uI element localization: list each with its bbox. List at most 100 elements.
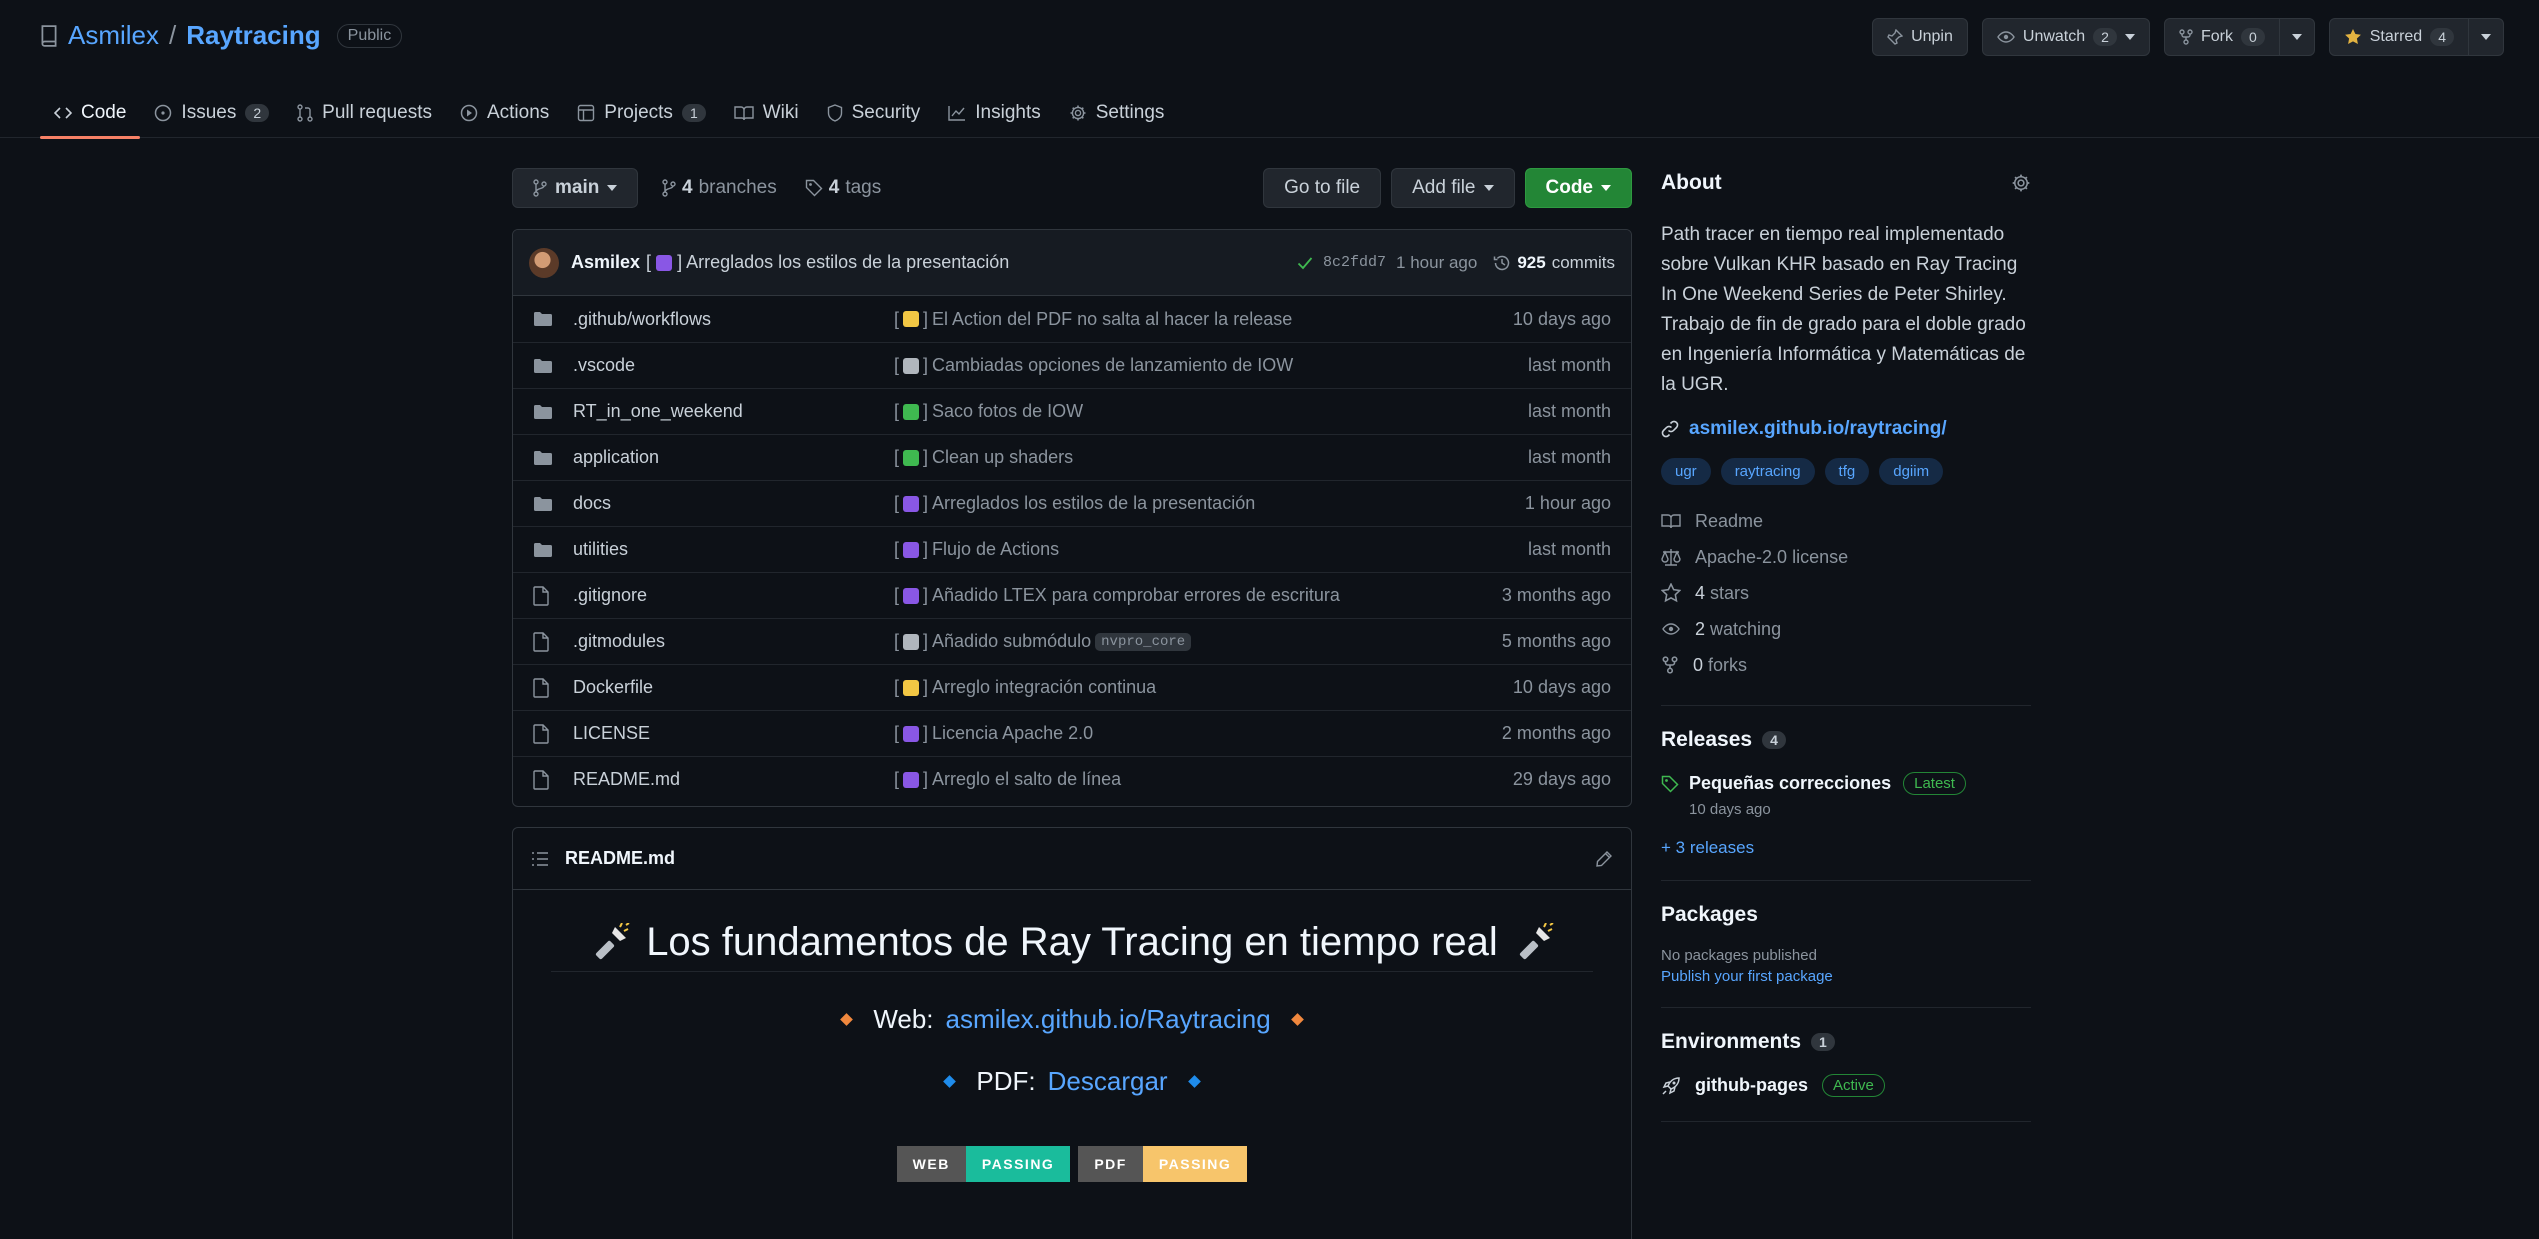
commit-meta: 8c2fdd7 1 hour ago 925 commits — [1297, 253, 1615, 273]
tab-actions[interactable]: Actions — [446, 88, 563, 138]
pencil-icon[interactable] — [1595, 850, 1613, 868]
file-commit-message[interactable]: [] Saco fotos de IOW — [894, 401, 1528, 422]
tab-code[interactable]: Code — [40, 88, 141, 139]
web-link[interactable]: asmilex.github.io/Raytracing — [946, 1004, 1271, 1035]
tab-settings[interactable]: Settings — [1055, 88, 1179, 138]
file-commit-message[interactable]: [] Cambiadas opciones de lanzamiento de … — [894, 355, 1528, 376]
commit-message[interactable]: [ ] Arreglados los estilos de la present… — [646, 252, 1009, 273]
topic-tag[interactable]: dgiim — [1879, 458, 1944, 485]
readme-link[interactable]: Readme — [1661, 503, 2031, 539]
file-name[interactable]: RT_in_one_weekend — [573, 401, 894, 422]
commit-author[interactable]: Asmilex — [571, 252, 640, 273]
about-sidebar: About Path tracer en tiempo real impleme… — [1661, 168, 2031, 1144]
branches-link[interactable]: 4 branches — [662, 177, 777, 199]
add-file-button[interactable]: Add file — [1391, 168, 1515, 208]
license-link[interactable]: Apache-2.0 license — [1661, 539, 2031, 575]
star-dropdown[interactable] — [2468, 19, 2503, 55]
file-name[interactable]: .github/workflows — [573, 309, 894, 330]
releases-header[interactable]: Releases 4 — [1661, 728, 2031, 752]
tab-security[interactable]: Security — [813, 88, 935, 138]
topic-tag[interactable]: raytracing — [1720, 458, 1815, 485]
file-commit-message[interactable]: [] Arreglo el salto de línea — [894, 769, 1513, 790]
unwatch-button[interactable]: Unwatch 2 — [1981, 18, 2150, 56]
file-row[interactable]: Dockerfile[] Arreglo integración continu… — [513, 664, 1631, 710]
file-commit-message[interactable]: [] Añadido submódulo nvpro_core — [894, 631, 1502, 652]
file-row[interactable]: RT_in_one_weekend[] Saco fotos de IOW las… — [513, 388, 1631, 434]
file-commit-message[interactable]: [] Flujo de Actions — [894, 539, 1528, 560]
stars-count: 4 — [1695, 582, 1706, 603]
file-commit-message[interactable]: [] Arreglo integración continua — [894, 677, 1513, 698]
file-row[interactable]: .gitmodules[] Añadido submódulo nvpro_co… — [513, 618, 1631, 664]
file-age: last month — [1527, 401, 1611, 421]
releases-count: 4 — [1762, 731, 1786, 749]
file-name[interactable]: .vscode — [573, 355, 894, 376]
tab-insights[interactable]: Insights — [934, 88, 1054, 138]
homepage-url[interactable]: asmilex.github.io/raytracing/ — [1689, 418, 1947, 440]
tab-projects[interactable]: Projects 1 — [563, 88, 719, 138]
file-commit-message[interactable]: [] El Action del PDF no salta al hacer l… — [894, 309, 1513, 330]
stars-link[interactable]: 4 stars — [1661, 575, 2031, 611]
topic-tag[interactable]: ugr — [1661, 458, 1711, 485]
file-row[interactable]: application[] Clean up shaders last month — [513, 434, 1631, 480]
packages-header[interactable]: Packages — [1661, 903, 2031, 927]
unpin-button[interactable]: Unpin — [1872, 18, 1968, 56]
file-age: 3 months ago — [1501, 585, 1611, 605]
file-row[interactable]: README.md[] Arreglo el salto de línea 29 … — [513, 756, 1631, 802]
file-name[interactable]: README.md — [573, 769, 894, 790]
code-button[interactable]: Code — [1524, 168, 1632, 208]
tab-pull-requests[interactable]: Pull requests — [283, 88, 446, 138]
file-commit-message[interactable]: [] Añadido LTEX para comprobar errores d… — [894, 585, 1502, 606]
file-name[interactable]: docs — [573, 493, 894, 514]
file-row[interactable]: LICENSE[] Licencia Apache 2.0 2 months ag… — [513, 710, 1631, 756]
pdf-link[interactable]: Descargar — [1048, 1066, 1168, 1097]
environment-item[interactable]: github-pages Active — [1661, 1074, 2031, 1097]
go-to-file-button[interactable]: Go to file — [1263, 168, 1382, 208]
topics: ugr raytracing tfg dgiim — [1661, 458, 2031, 485]
tab-label: Wiki — [762, 102, 799, 123]
divider — [1661, 1121, 2031, 1122]
forks-link[interactable]: 0 forks — [1661, 647, 2031, 683]
file-row[interactable]: utilities[] Flujo de Actions last month — [513, 526, 1631, 572]
gear-icon[interactable] — [2011, 173, 2031, 193]
file-name[interactable]: .gitignore — [573, 585, 894, 606]
file-commit-message[interactable]: [] Licencia Apache 2.0 — [894, 723, 1502, 744]
file-name[interactable]: utilities — [573, 539, 894, 560]
tab-wiki[interactable]: Wiki — [720, 88, 813, 138]
file-row[interactable]: .github/workflows[] El Action del PDF no… — [513, 296, 1631, 342]
tags-link[interactable]: 4 tags — [805, 177, 881, 199]
file-row[interactable]: .vscode[] Cambiadas opciones de lanzamie… — [513, 342, 1631, 388]
homepage-link[interactable]: asmilex.github.io/raytracing/ — [1661, 418, 2031, 440]
fork-dropdown[interactable] — [2278, 19, 2314, 55]
file-commit-message[interactable]: [] Clean up shaders — [894, 447, 1528, 468]
avatar[interactable] — [529, 247, 559, 278]
latest-release[interactable]: Pequeñas correcciones Latest 10 days ago — [1661, 772, 2031, 818]
repo-owner-link[interactable]: Asmilex — [68, 20, 159, 51]
file-name[interactable]: application — [573, 447, 894, 468]
file-row[interactable]: .gitignore[] Añadido LTEX para comprobar… — [513, 572, 1631, 618]
build-badge[interactable]: PDF PASSING — [1078, 1146, 1248, 1182]
commits-link[interactable]: 925 commits — [1493, 253, 1615, 273]
file-name[interactable]: .gitmodules — [573, 631, 894, 652]
watching-count: 2 — [1695, 618, 1706, 639]
release-name: Pequeñas correcciones — [1689, 773, 1892, 793]
repo-name-link[interactable]: Raytracing — [186, 20, 320, 51]
chevron-down-icon — [1601, 185, 1611, 191]
orange-diamond-icon — [840, 1013, 854, 1026]
file-commit-message[interactable]: [] Arreglados los estilos de la presenta… — [894, 493, 1525, 514]
fork-button[interactable]: Fork 0 — [2163, 18, 2315, 56]
build-badge[interactable]: WEB PASSING — [896, 1146, 1071, 1182]
list-icon[interactable] — [531, 851, 549, 866]
tab-issues[interactable]: Issues 2 — [140, 88, 283, 138]
environments-header[interactable]: Environments 1 — [1661, 1030, 2031, 1054]
branch-select-button[interactable]: main — [512, 168, 639, 208]
commit-sha[interactable]: 8c2fdd7 — [1323, 254, 1386, 271]
file-name[interactable]: Dockerfile — [573, 677, 894, 698]
watching-link[interactable]: 2 watching — [1661, 611, 2031, 647]
starred-button[interactable]: Starred 4 — [2328, 18, 2504, 56]
file-name[interactable]: LICENSE — [573, 723, 894, 744]
check-icon[interactable] — [1297, 256, 1313, 270]
topic-tag[interactable]: tfg — [1824, 458, 1870, 485]
more-releases-link[interactable]: + 3 releases — [1661, 838, 2031, 858]
publish-package-link[interactable]: Publish your first package — [1661, 968, 2031, 985]
file-row[interactable]: docs[] Arreglados los estilos de la pres… — [513, 480, 1631, 526]
